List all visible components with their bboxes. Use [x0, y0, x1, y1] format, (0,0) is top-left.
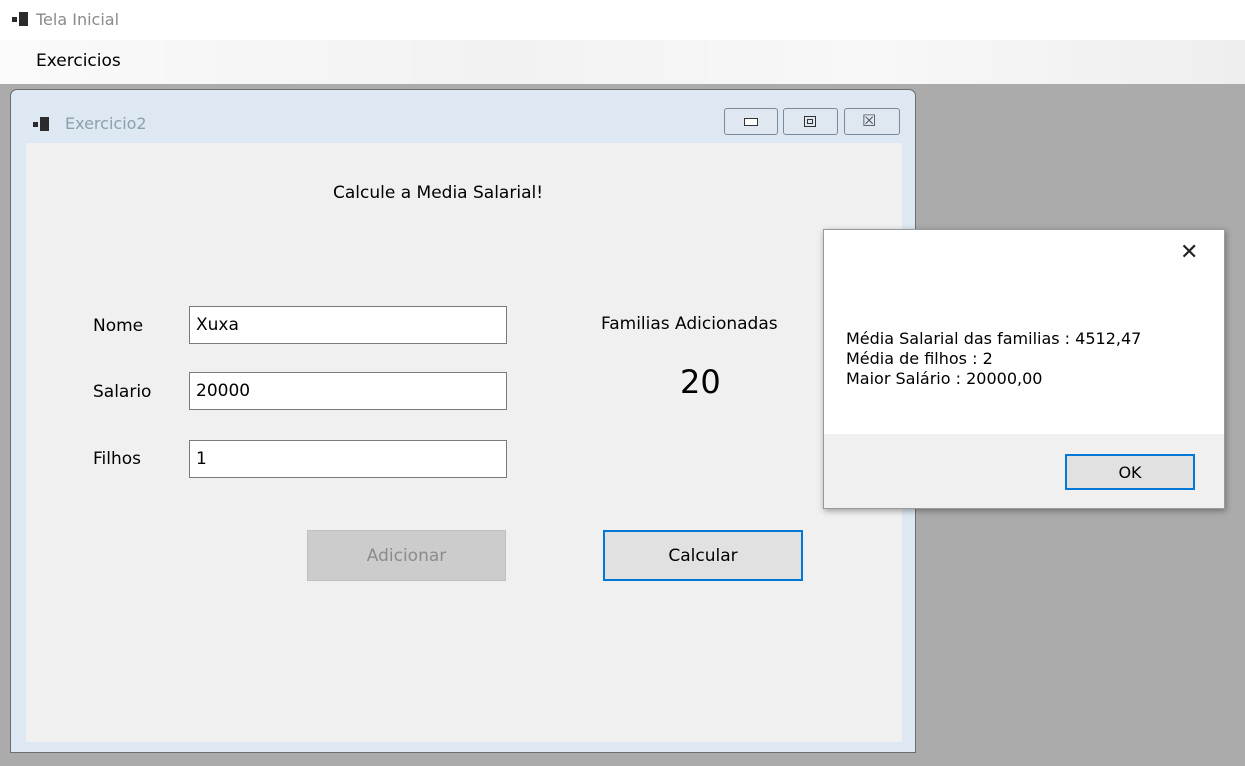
outer-window-title: Tela Inicial — [36, 10, 120, 29]
app-window-icon — [12, 12, 28, 26]
ok-button[interactable]: OK — [1065, 454, 1195, 490]
close-button[interactable]: ☒ — [844, 108, 900, 135]
menu-bar: Exercicios — [0, 40, 1245, 84]
app-window-icon — [33, 117, 49, 131]
salario-input[interactable]: 20000 — [189, 372, 507, 410]
families-count: 20 — [680, 363, 721, 401]
close-icon: ☒ — [862, 111, 877, 130]
filhos-input[interactable]: 1 — [189, 440, 507, 478]
close-icon[interactable]: ✕ — [1180, 240, 1198, 265]
message-line-max-salary: Maior Salário : 20000,00 — [846, 369, 1043, 388]
outer-title-bar: Tela Inicial — [0, 0, 1245, 40]
calculate-button[interactable]: Calcular — [603, 530, 803, 581]
add-button[interactable]: Adicionar — [307, 530, 506, 581]
minimize-icon — [744, 118, 758, 126]
maximize-icon — [804, 116, 816, 127]
message-line-average-children: Média de filhos : 2 — [846, 349, 993, 368]
message-line-average-salary: Média Salarial das familias : 4512,47 — [846, 329, 1142, 348]
families-added-label: Familias Adicionadas — [601, 314, 778, 334]
maximize-button[interactable] — [783, 108, 838, 135]
salario-label: Salario — [93, 382, 152, 402]
menu-item-exercicios[interactable]: Exercicios — [36, 51, 121, 71]
nome-label: Nome — [93, 316, 144, 336]
form-heading: Calcule a Media Salarial! — [333, 183, 544, 203]
minimize-button[interactable] — [724, 108, 778, 135]
nome-input[interactable]: Xuxa — [189, 306, 507, 344]
filhos-label: Filhos — [93, 449, 142, 469]
child-window-title: Exercicio2 — [65, 114, 147, 133]
